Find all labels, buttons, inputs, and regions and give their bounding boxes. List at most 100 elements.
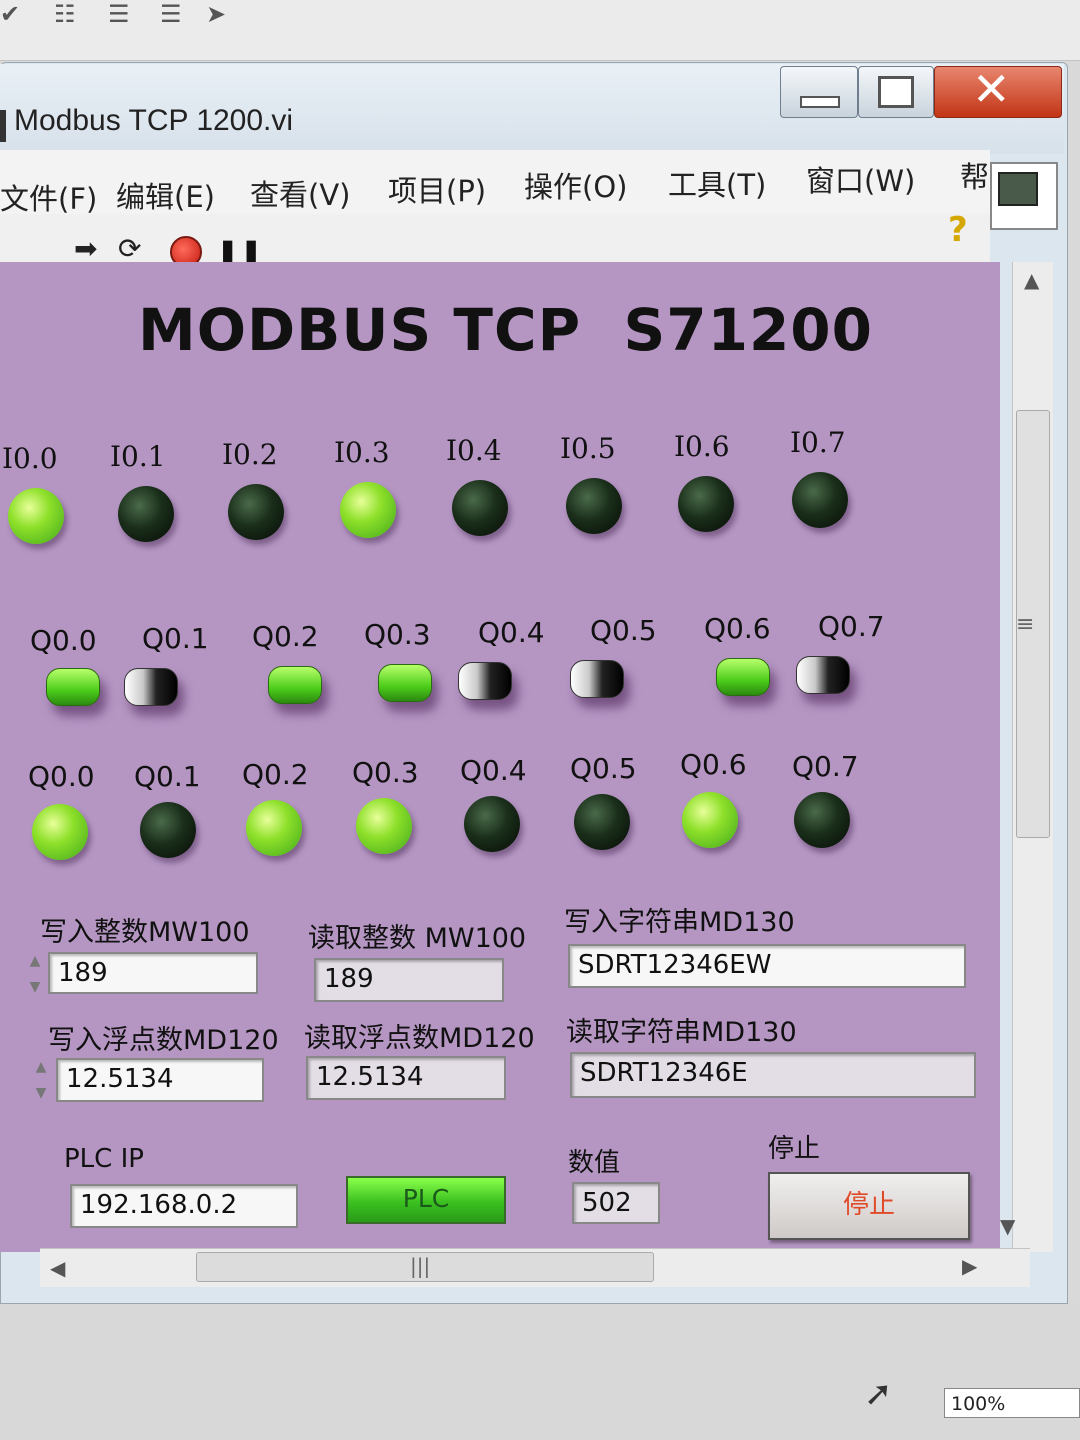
input-label-0: I0.0 (2, 442, 58, 475)
output-led-4 (464, 796, 520, 852)
write-string-label: 写入字符串MD130 (564, 907, 795, 938)
menu-project[interactable]: 项目(P) (388, 168, 486, 210)
menu-file[interactable]: 文件(F) (0, 176, 97, 218)
plc-connect-button[interactable]: PLC (346, 1176, 506, 1224)
maximize-icon (878, 76, 914, 108)
switch-toggle-1[interactable] (124, 668, 178, 706)
output-led-0 (32, 804, 88, 860)
menu-edit[interactable]: 编辑(E) (116, 174, 215, 216)
check-icon: ✔ (0, 0, 21, 28)
output-label-1: Q0.1 (134, 760, 201, 793)
mouse-cursor-icon: ➚ (864, 1374, 893, 1414)
help-icon[interactable]: ? (948, 210, 968, 250)
output-label-6: Q0.6 (680, 748, 747, 781)
close-icon: ✕ (972, 62, 1011, 116)
minimize-icon (800, 96, 840, 108)
menu-window[interactable]: 窗口(W) (806, 158, 915, 200)
switch-label-5: Q0.5 (590, 614, 657, 647)
input-label-7: I0.7 (790, 426, 846, 459)
read-int-label: 读取整数 MW100 (308, 923, 527, 954)
input-led-7 (792, 472, 848, 528)
scroll-left-icon[interactable]: ◀ (50, 1256, 65, 1280)
output-label-0: Q0.0 (28, 760, 95, 793)
read-float-label: 读取浮点数MD120 (304, 1023, 535, 1054)
menu-view[interactable]: 查看(V) (250, 172, 350, 214)
run-arrow-icon[interactable]: ➡ (74, 232, 97, 265)
lines-icon: ☰ (160, 0, 182, 28)
read-string-label: 读取字符串MD130 (566, 1017, 797, 1048)
switch-label-1: Q0.1 (142, 622, 209, 655)
input-led-2 (228, 484, 284, 540)
input-label-2: I0.2 (222, 438, 278, 471)
input-led-1 (118, 486, 174, 542)
grip-icon: ||| (410, 1254, 431, 1278)
run-continuous-icon[interactable]: ⟳ (118, 232, 141, 265)
run-icon: ➤ (206, 0, 227, 28)
switch-label-2: Q0.2 (252, 620, 319, 653)
switch-toggle-2[interactable] (268, 666, 322, 704)
switch-label-6: Q0.6 (704, 612, 771, 645)
output-led-6 (682, 792, 738, 848)
grip-icon: ≡ (1016, 612, 1035, 637)
switch-toggle-4[interactable] (458, 662, 512, 700)
write-int-label: 写入整数MW100 (40, 917, 250, 948)
write-int-spinner[interactable]: ▲ ▼ (24, 948, 46, 1004)
write-string-input[interactable]: SDRT12346EW (568, 944, 966, 988)
plc-ip-label: PLC IP (64, 1144, 144, 1174)
output-label-7: Q0.7 (792, 750, 859, 783)
switch-label-0: Q0.0 (30, 624, 97, 657)
numval-label: 数值 (568, 1148, 621, 1178)
write-float-spinner[interactable]: ▲ ▼ (30, 1054, 52, 1110)
switch-toggle-6[interactable] (716, 658, 770, 696)
read-float-display: 12.5134 (306, 1056, 506, 1100)
switch-toggle-3[interactable] (378, 664, 432, 702)
input-label-3: I0.3 (334, 436, 390, 469)
background-toolbar-strip: ✔ ☷ ☰ ☰ ➤ (0, 0, 1080, 61)
desktop-background (0, 1304, 1080, 1440)
switch-toggle-5[interactable] (570, 660, 624, 698)
input-led-3 (340, 482, 396, 538)
menu-tools[interactable]: 工具(T) (668, 162, 766, 204)
output-led-2 (246, 800, 302, 856)
zoom-level[interactable]: 100% (944, 1388, 1080, 1418)
switch-toggle-0[interactable] (46, 668, 100, 706)
menu-help[interactable]: 帮 (960, 154, 989, 196)
stop-button[interactable]: 停止 (768, 1172, 970, 1240)
switch-toggle-7[interactable] (796, 656, 850, 694)
scroll-right-icon[interactable]: ▶ (962, 1254, 977, 1278)
input-led-4 (452, 480, 508, 536)
write-float-input[interactable]: 12.5134 (56, 1058, 264, 1102)
input-label-5: I0.5 (560, 432, 616, 465)
output-label-3: Q0.3 (352, 756, 419, 789)
write-int-input[interactable]: 189 (48, 952, 258, 994)
switch-label-3: Q0.3 (364, 618, 431, 651)
stop-label: 停止 (768, 1134, 821, 1164)
output-led-7 (794, 792, 850, 848)
plc-ip-input[interactable]: 192.168.0.2 (70, 1184, 298, 1228)
lines-icon: ☰ (108, 0, 130, 28)
scroll-up-icon[interactable]: ▲ (1024, 268, 1039, 292)
switch-label-4: Q0.4 (478, 616, 545, 649)
window-title: Modbus TCP 1200.vi (14, 104, 294, 137)
list-icon: ☷ (54, 0, 76, 28)
numval-display: 502 (572, 1182, 660, 1224)
minimize-button[interactable] (780, 66, 858, 118)
output-label-4: Q0.4 (460, 754, 527, 787)
write-float-label: 写入浮点数MD120 (48, 1025, 279, 1056)
switch-label-7: Q0.7 (818, 610, 885, 643)
output-label-5: Q0.5 (570, 752, 637, 785)
input-led-5 (566, 478, 622, 534)
panel-title: MODBUS TCP S71200 (138, 296, 874, 364)
scroll-down-icon[interactable]: ▼ (1000, 1214, 1015, 1238)
output-led-5 (574, 794, 630, 850)
input-led-0 (8, 488, 64, 544)
output-led-1 (140, 802, 196, 858)
input-label-1: I0.1 (110, 440, 166, 473)
oscilloscope-icon (998, 172, 1038, 206)
input-label-6: I0.6 (674, 430, 730, 463)
input-led-6 (678, 476, 734, 532)
menu-operate[interactable]: 操作(O) (524, 164, 627, 206)
output-led-3 (356, 798, 412, 854)
read-int-display: 189 (314, 958, 504, 1002)
output-label-2: Q0.2 (242, 758, 309, 791)
